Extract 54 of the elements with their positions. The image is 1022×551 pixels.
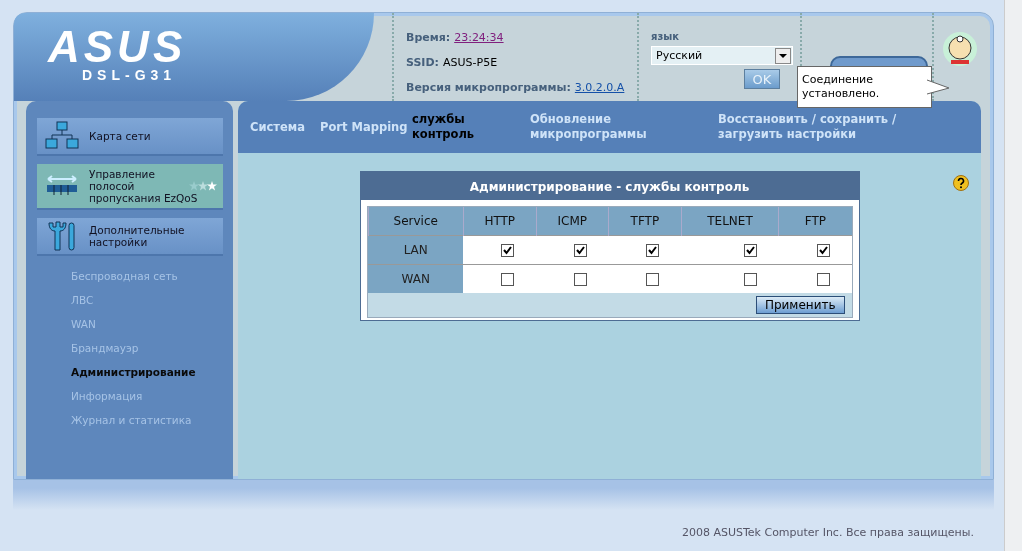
help-icon[interactable]	[953, 175, 969, 191]
model-name: DSL-G31	[82, 67, 177, 83]
submenu-item[interactable]: Брандмауэр	[71, 342, 223, 354]
info-value: ASUS-P5E	[443, 56, 498, 69]
panel-title: Администрирование - службы контроль	[360, 172, 859, 200]
checkbox[interactable]	[573, 243, 587, 257]
status-tooltip: Соединение установлено.	[797, 66, 932, 108]
time-link[interactable]: 23:24:34	[454, 31, 504, 44]
tooltip-tail	[927, 78, 949, 98]
menu-item[interactable]: Карта сети	[37, 118, 223, 156]
checkbox[interactable]	[816, 272, 830, 286]
network-diagram-icon	[45, 121, 79, 151]
column-header: TELNET	[681, 207, 779, 236]
submenu-item[interactable]: WAN	[71, 318, 223, 330]
checkbox[interactable]	[501, 272, 514, 286]
submenu-item[interactable]: ЛВС	[71, 294, 223, 306]
submenu-item[interactable]: Информация	[71, 390, 223, 402]
column-header: ICMP	[536, 207, 609, 236]
scrollbar[interactable]	[1004, 0, 1022, 551]
checkbox[interactable]	[743, 243, 757, 257]
checkbox[interactable]	[573, 272, 587, 286]
info-label: Версия микропрограммы:	[406, 81, 571, 94]
stars-icon	[189, 181, 217, 191]
tab[interactable]: службы контроль	[412, 112, 530, 142]
language-label: язык	[651, 31, 681, 42]
checkbox[interactable]	[501, 243, 514, 257]
firmware-link[interactable]: 3.0.2.0.A	[574, 81, 625, 94]
row-header: LAN	[368, 235, 464, 265]
column-header: Service	[368, 207, 464, 236]
tab[interactable]: Восстановить / сохранить / загрузить настройки	[718, 112, 948, 142]
tab[interactable]: Обновление микропрограммы	[530, 112, 718, 142]
info-label: Время:	[406, 31, 451, 44]
checkbox[interactable]	[743, 272, 757, 286]
column-header: HTTP	[463, 207, 536, 236]
logo: ASUS	[48, 27, 187, 67]
apply-button[interactable]: Применить	[755, 296, 845, 314]
ok-button[interactable]: OK	[744, 69, 780, 89]
checkbox[interactable]	[646, 243, 660, 257]
avatar-icon	[942, 31, 978, 67]
checkbox[interactable]	[646, 272, 660, 286]
tab[interactable]: Port Mapping	[320, 119, 412, 135]
copyright-text: 2008 ASUSTek Computer Inc. Все права защищены.	[681, 526, 974, 539]
column-header: FTP	[778, 207, 852, 236]
info-label: SSID:	[406, 56, 439, 69]
menu-item[interactable]: Дополнительные настройки	[37, 218, 223, 256]
tab[interactable]: Система	[250, 119, 320, 135]
checkbox[interactable]	[816, 243, 830, 257]
column-header: TFTP	[608, 207, 682, 236]
submenu-item[interactable]: Администрирование	[71, 366, 223, 378]
menu-item[interactable]: Управление полосой пропускания EzQoS	[37, 164, 223, 210]
submenu-item[interactable]: Журнал и статистика	[71, 414, 223, 426]
submenu-item[interactable]: Беспроводная сеть	[71, 270, 223, 282]
language-select[interactable]: Русский	[651, 46, 793, 65]
row-header: WAN	[368, 264, 464, 293]
